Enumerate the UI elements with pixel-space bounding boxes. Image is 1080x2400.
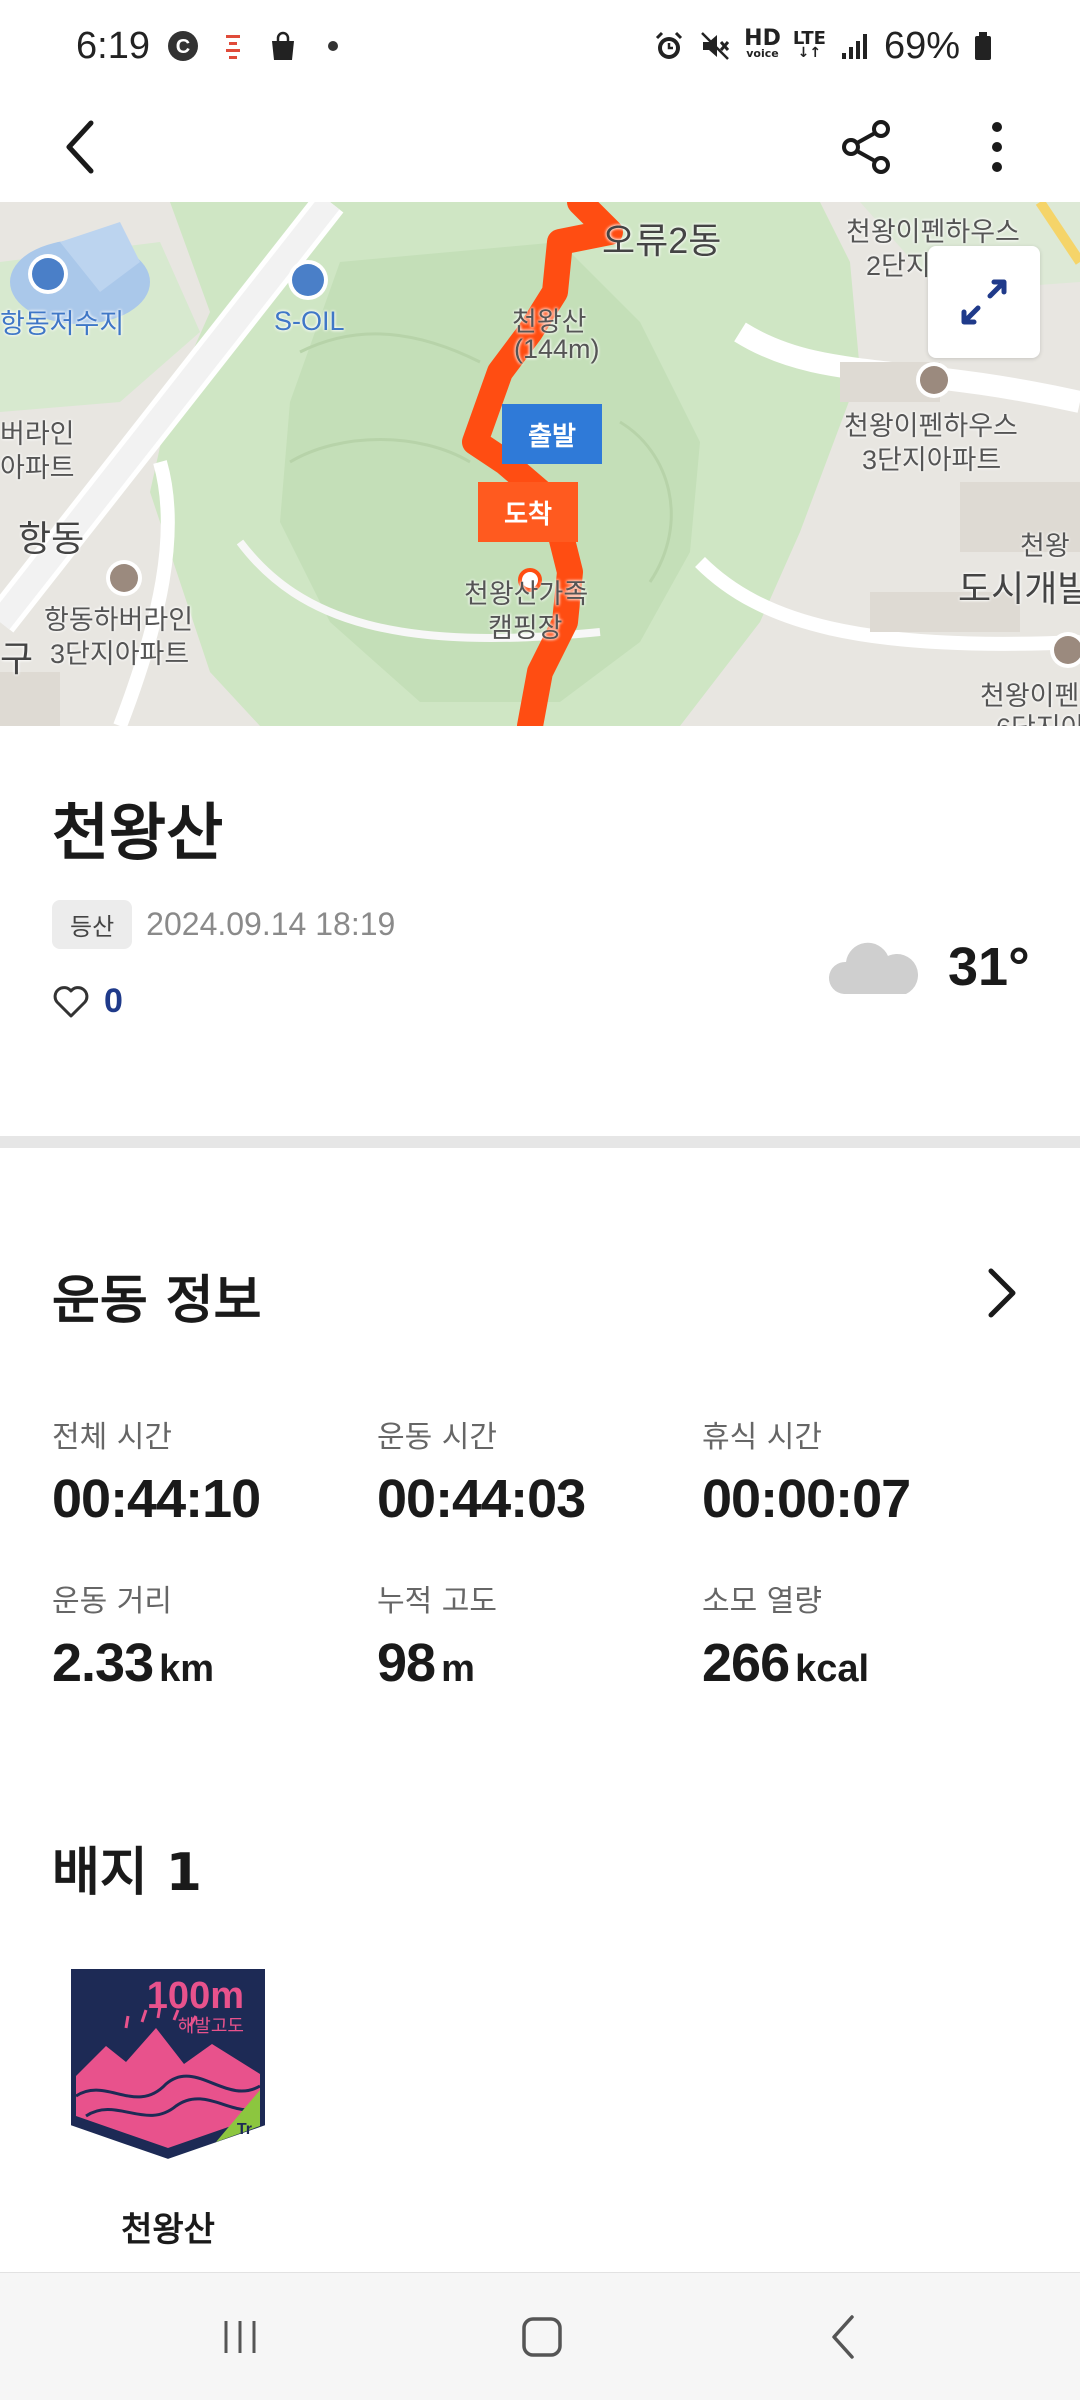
stat-value: 266 kcal [702,1633,870,1693]
system-navigation-bar [0,2272,1080,2400]
home-icon [522,2317,562,2357]
like-button[interactable]: 0 [52,982,123,1021]
badge-altitude-100m[interactable]: Tr 100m 해발고도 [66,1966,270,2162]
like-count: 0 [104,982,123,1020]
more-vertical-icon [992,122,1002,172]
category-badge: 등산 [52,900,133,949]
map-label-orjeong: 오류2동 [602,220,722,261]
more-notifications-dot-icon [316,29,350,63]
app-notification-icon [216,29,250,63]
map-expand-button[interactable] [928,246,1040,358]
heart-icon [53,985,89,1017]
cloud-icon [829,942,918,994]
stat-label: 휴식 시간 [702,1420,822,1455]
stat-label: 운동 거리 [52,1584,172,1619]
record-meta-row: 등산 2024.09.14 18:19 [52,900,395,949]
map-label-dosigaebal: 도시개발 [958,568,1080,609]
top-app-bar [0,92,1080,202]
map-label-peak-alt: (144m) [514,334,600,364]
stat-exercise-time: 운동 시간 00:44:03 [377,1412,697,1530]
chevron-right-icon [988,1268,1016,1318]
stat-total-time: 전체 시간 00:44:10 [52,1412,372,1530]
status-time: 6:19 [76,24,150,67]
stat-unit: kcal [795,1648,870,1690]
hd-voice-indicator: HD voice [744,26,781,61]
recent-apps-button[interactable] [190,2297,290,2377]
recent-apps-icon [224,2321,256,2353]
share-icon [842,120,890,174]
battery-icon [972,29,1006,63]
lte-indicator: LTE ↓↑ [792,28,826,61]
stat-unit: km [159,1648,215,1690]
stat-label: 소모 열량 [702,1584,822,1619]
exercise-info-title: 운동 정보 [52,1271,262,1331]
system-back-button[interactable] [794,2297,894,2377]
mute-icon [698,29,732,63]
map-label-camping-b: 캠핑장 [488,613,563,643]
back-arrow-icon [66,120,94,174]
badge-name: 천왕산 [121,2210,215,2250]
map-label-soil: S-OIL [274,306,345,336]
c-app-icon: C [166,29,200,63]
more-options-button[interactable] [960,110,1034,184]
svg-text:Tr: Tr [237,2121,252,2138]
map-label-gu: 구 [0,638,34,679]
map-label-harborline3-b: 3단지아파트 [50,639,190,669]
map-label-ipenhouse2-b: 2단지 [866,251,931,281]
stat-value: 00:00:07 [702,1469,911,1529]
shopping-bag-icon [266,29,300,63]
stat-elevation: 누적 고도 98 m [377,1576,697,1694]
stat-value: 00:44:10 [52,1469,261,1529]
record-datetime: 2024.09.14 18:19 [146,906,396,942]
map-label-apartment-left: 아파트 [0,453,75,483]
record-title: 천왕산 [52,796,224,869]
map-label-reservoir: 항동저수지 [0,309,125,339]
badge-alt-label: 해발고도 [178,2016,244,2037]
system-back-icon [832,2315,854,2359]
stat-calories: 소모 열량 266 kcal [702,1576,1022,1694]
route-map[interactable]: 오류2동 천왕이펜하우스 2단지 항동저수지 S-OIL 천왕산 (144m) … [0,202,1080,726]
home-button[interactable] [492,2297,592,2377]
badge-alt-value: 100m [147,1975,244,2017]
alarm-icon [652,29,686,63]
weather-info: 31° [826,936,1030,998]
stat-value: 98 m [377,1633,475,1693]
stat-distance: 운동 거리 2.33 km [52,1576,372,1694]
signal-icon [838,29,872,63]
map-label-ipenhouse3-b: 3단지아파트 [862,445,1002,475]
battery-percent: 69% [883,24,960,67]
stat-rest-time: 휴식 시간 00:00:07 [702,1412,1022,1530]
expand-arrows-icon [961,279,1007,325]
svg-text:C: C [176,36,190,58]
badges-title: 배지 1 [52,1843,202,1903]
back-button[interactable] [44,110,118,184]
exercise-info-detail-button[interactable] [972,1260,1032,1326]
badge-emblem-icon: Tr 100m 해발고도 [69,1967,267,2162]
share-button[interactable] [830,110,904,184]
stat-label: 전체 시간 [52,1420,172,1455]
stat-label: 운동 시간 [377,1420,497,1455]
stat-value: 2.33 km [52,1633,215,1693]
route-end-marker[interactable]: 도착 [478,482,578,542]
stat-label: 누적 고도 [377,1584,497,1619]
section-divider [0,1136,1080,1148]
route-start-marker[interactable]: 출발 [502,404,602,464]
stat-value: 00:44:03 [377,1469,586,1529]
map-label-hangdong: 항동 [18,518,85,559]
stat-unit: m [441,1648,475,1690]
status-bar: 6:19 C HD voice LTE ↓↑ 69% [0,0,1080,92]
map-label-cheonwang-right: 천왕 [1020,531,1070,561]
map-label-ipenhouse6-b: 6단지아파 [996,706,1080,726]
temperature: 31° [948,937,1030,997]
